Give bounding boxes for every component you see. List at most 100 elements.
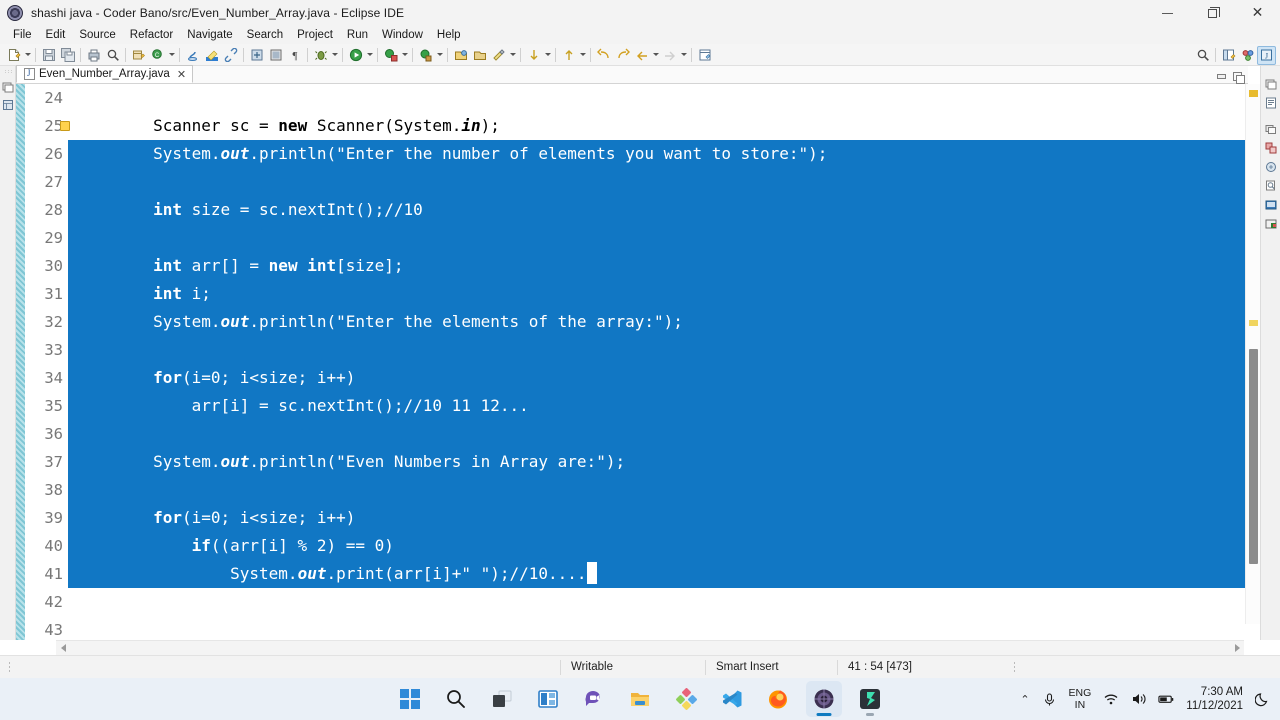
forward-icon[interactable]	[613, 45, 632, 64]
code-line[interactable]	[68, 336, 1260, 364]
microphone-icon[interactable]	[1041, 691, 1058, 708]
search-ref-icon[interactable]	[489, 45, 508, 64]
language-indicator[interactable]: ENG IN	[1069, 687, 1092, 711]
minimize-view-icon[interactable]	[1217, 74, 1226, 79]
clock[interactable]: 7:30 AM 11/12/2021	[1186, 685, 1243, 713]
prev-annotation-dropdown-arrow[interactable]	[578, 45, 587, 64]
speaker-icon[interactable]	[1130, 691, 1147, 708]
restore-button[interactable]	[1190, 0, 1235, 26]
open-task-icon[interactable]	[470, 45, 489, 64]
code-line[interactable]: int size = sc.nextInt();//10	[68, 196, 1260, 224]
menu-project[interactable]: Project	[290, 28, 340, 42]
widgets-button[interactable]	[530, 681, 566, 717]
external-tools-dropdown-arrow[interactable]	[435, 45, 444, 64]
teams-chat-button[interactable]	[576, 681, 612, 717]
console-icon[interactable]	[266, 45, 285, 64]
overview-marker-task[interactable]	[1249, 320, 1258, 326]
search-button[interactable]	[438, 681, 474, 717]
overview-marker-warning[interactable]	[1249, 90, 1258, 97]
close-icon[interactable]: ✕	[177, 68, 186, 81]
office-button[interactable]	[668, 681, 704, 717]
maximize-view-icon[interactable]	[1233, 72, 1245, 84]
build-icon[interactable]	[247, 45, 266, 64]
code-editor[interactable]: 24 25 26 27 28 29 30 31 32 33 34 35 36 37 38 39 40 41 42 43…	[16, 84, 1260, 640]
code-line[interactable]	[68, 476, 1260, 504]
menu-window[interactable]: Window	[375, 28, 430, 42]
code-text-area[interactable]: Scanner sc = new Scanner(System.in); Sys…	[68, 84, 1260, 640]
terminal-view-icon[interactable]	[1265, 217, 1277, 229]
code-line[interactable]: System.out.println("Enter the number of …	[68, 140, 1260, 168]
menu-search[interactable]: Search	[240, 28, 290, 42]
save-icon[interactable]	[39, 45, 58, 64]
editor-vertical-scrollbar[interactable]	[1245, 84, 1260, 624]
code-line[interactable]: if((arr[i] % 2) == 0)	[68, 532, 1260, 560]
search-icon[interactable]	[103, 45, 122, 64]
task-view-button[interactable]	[484, 681, 520, 717]
battery-icon[interactable]	[1158, 691, 1175, 708]
debug-dropdown-arrow[interactable]	[330, 45, 339, 64]
code-line[interactable]: int arr[] = new int[size];	[68, 252, 1260, 280]
new-window-icon[interactable]	[695, 45, 714, 64]
vscode-button[interactable]	[714, 681, 750, 717]
new-class-dropdown-arrow[interactable]	[167, 45, 176, 64]
show-hidden-icons-chevron-icon[interactable]: ⌃	[1020, 693, 1029, 706]
code-line[interactable]	[68, 616, 1260, 640]
menu-source[interactable]: Source	[72, 28, 122, 42]
new-file-icon[interactable]	[4, 45, 23, 64]
highlight-icon[interactable]	[202, 45, 221, 64]
next-annotation-dropdown-arrow[interactable]	[543, 45, 552, 64]
code-line[interactable]	[68, 588, 1260, 616]
redo-nav-dropdown-arrow[interactable]	[679, 45, 688, 64]
code-line[interactable]: arr[i] = sc.nextInt();//10 11 12...	[68, 392, 1260, 420]
editor-tab-even-number-array[interactable]: Even_Number_Array.java ✕	[16, 65, 194, 83]
eclipse-button[interactable]	[806, 681, 842, 717]
code-line[interactable]	[68, 224, 1260, 252]
code-line[interactable]: System.out.println("Enter the elements o…	[68, 308, 1260, 336]
menu-help[interactable]: Help	[430, 28, 468, 42]
run-icon[interactable]	[346, 45, 365, 64]
wifi-icon[interactable]	[1102, 691, 1119, 708]
close-button[interactable]: ✕	[1235, 0, 1280, 26]
print-icon[interactable]	[84, 45, 103, 64]
restore-view-icon[interactable]	[1265, 77, 1277, 90]
status-drag-dots-right[interactable]	[1013, 661, 1017, 673]
java-ee-perspective-icon[interactable]	[1238, 46, 1257, 65]
console-view-icon[interactable]	[1265, 198, 1277, 210]
menu-refactor[interactable]: Refactor	[123, 28, 180, 42]
undo-nav-icon[interactable]	[632, 45, 651, 64]
quick-access-search-icon[interactable]	[1193, 46, 1212, 65]
prev-annotation-icon[interactable]	[559, 45, 578, 64]
scroll-right-arrow-icon[interactable]	[1230, 641, 1244, 655]
redo-nav-icon[interactable]	[660, 45, 679, 64]
java-perspective-active-icon[interactable]: J	[1257, 45, 1276, 65]
code-line[interactable]: Scanner sc = new Scanner(System.in);	[68, 112, 1260, 140]
vertical-scrollbar-thumb[interactable]	[1249, 349, 1258, 564]
menu-edit[interactable]: Edit	[39, 28, 73, 42]
code-line[interactable]: for(i=0; i<size; i++)	[68, 364, 1260, 392]
new-java-class-icon[interactable]: C	[148, 45, 167, 64]
menu-navigate[interactable]: Navigate	[180, 28, 239, 42]
outline-view-icon[interactable]	[1265, 96, 1277, 109]
moon-icon[interactable]	[1254, 691, 1271, 708]
java-perspective-icon[interactable]	[183, 45, 202, 64]
undo-nav-dropdown-arrow[interactable]	[651, 45, 660, 64]
coverage-dropdown-arrow[interactable]	[400, 45, 409, 64]
code-line[interactable]: for(i=0; i<size; i++)	[68, 504, 1260, 532]
back-icon[interactable]	[594, 45, 613, 64]
editor-horizontal-scrollbar[interactable]	[56, 640, 1244, 655]
new-file-dropdown-arrow[interactable]	[23, 45, 32, 64]
save-all-icon[interactable]	[58, 45, 77, 64]
run-dropdown-arrow[interactable]	[365, 45, 374, 64]
drag-handle-dots[interactable]	[3, 69, 12, 74]
declaration-view-icon[interactable]	[1265, 179, 1277, 191]
code-line[interactable]	[68, 84, 1260, 112]
task-list-icon[interactable]	[1265, 122, 1277, 134]
code-line[interactable]: int i;	[68, 280, 1260, 308]
link-icon[interactable]	[221, 45, 240, 64]
open-perspective-icon[interactable]	[1219, 46, 1238, 65]
code-line[interactable]: System.out.print(arr[i]+" ");//10....	[68, 560, 1260, 588]
code-line[interactable]	[68, 420, 1260, 448]
code-line[interactable]: System.out.println("Even Numbers in Arra…	[68, 448, 1260, 476]
problems-view-icon[interactable]	[1265, 141, 1277, 154]
new-java-package-icon[interactable]	[129, 45, 148, 64]
